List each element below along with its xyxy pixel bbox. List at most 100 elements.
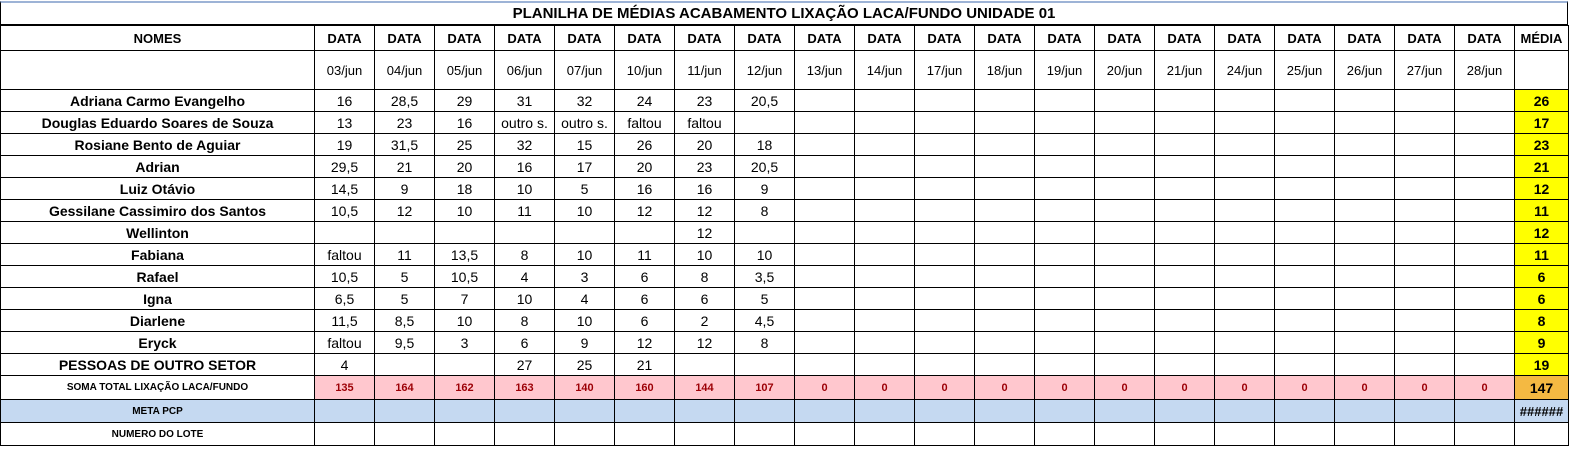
value-cell[interactable]: 9 — [554, 331, 615, 354]
header-date-label[interactable]: DATA — [614, 25, 675, 51]
header-date-label[interactable]: DATA — [734, 25, 795, 51]
value-cell[interactable]: 12 — [674, 199, 735, 222]
value-cell[interactable]: 12 — [674, 331, 735, 354]
meta-cell[interactable] — [434, 399, 495, 423]
value-cell[interactable] — [914, 89, 975, 112]
soma-value-cell[interactable]: 0 — [914, 375, 975, 400]
date-cell[interactable]: 24/jun — [1214, 50, 1275, 90]
header-date-label[interactable]: DATA — [974, 25, 1035, 51]
value-cell[interactable]: 3 — [434, 331, 495, 354]
value-cell[interactable] — [1274, 155, 1335, 178]
value-cell[interactable] — [794, 331, 855, 354]
value-cell[interactable] — [974, 309, 1035, 332]
date-cell[interactable]: 26/jun — [1334, 50, 1395, 90]
value-cell[interactable] — [974, 177, 1035, 200]
value-cell[interactable]: 24 — [614, 89, 675, 112]
lote-media-cell[interactable] — [1514, 422, 1569, 446]
value-cell[interactable] — [1214, 221, 1275, 244]
header-date-label[interactable]: DATA — [1214, 25, 1275, 51]
value-cell[interactable] — [1454, 287, 1515, 310]
value-cell[interactable]: 23 — [674, 155, 735, 178]
value-cell[interactable] — [974, 133, 1035, 156]
value-cell[interactable] — [1034, 353, 1095, 376]
lote-cell[interactable] — [614, 422, 675, 446]
soma-value-cell[interactable]: 0 — [794, 375, 855, 400]
date-cell[interactable]: 03/jun — [314, 50, 375, 90]
value-cell[interactable] — [374, 353, 435, 376]
header-date-label[interactable]: DATA — [1454, 25, 1515, 51]
value-cell[interactable] — [1334, 89, 1395, 112]
value-cell[interactable]: 32 — [554, 89, 615, 112]
value-cell[interactable]: 12 — [674, 221, 735, 244]
value-cell[interactable] — [1394, 265, 1455, 288]
lote-cell[interactable] — [1334, 422, 1395, 446]
meta-cell[interactable] — [1394, 399, 1455, 423]
value-cell[interactable] — [1394, 221, 1455, 244]
header-date-label[interactable]: DATA — [794, 25, 855, 51]
value-cell[interactable]: 9,5 — [374, 331, 435, 354]
lote-label[interactable]: NUMERO DO LOTE — [0, 422, 315, 446]
meta-cell[interactable] — [1274, 399, 1335, 423]
media-cell[interactable]: 6 — [1514, 265, 1569, 288]
value-cell[interactable]: 29,5 — [314, 155, 375, 178]
lote-cell[interactable] — [494, 422, 555, 446]
lote-cell[interactable] — [974, 422, 1035, 446]
name-cell[interactable]: Adrian — [0, 155, 315, 178]
value-cell[interactable] — [1454, 265, 1515, 288]
name-cell[interactable]: Douglas Eduardo Soares de Souza — [0, 111, 315, 134]
soma-value-cell[interactable]: 0 — [1394, 375, 1455, 400]
value-cell[interactable]: 8,5 — [374, 309, 435, 332]
value-cell[interactable] — [1214, 265, 1275, 288]
value-cell[interactable] — [494, 221, 555, 244]
name-cell[interactable]: Diarlene — [0, 309, 315, 332]
value-cell[interactable] — [914, 199, 975, 222]
value-cell[interactable] — [854, 89, 915, 112]
media-cell[interactable]: 12 — [1514, 221, 1569, 244]
value-cell[interactable] — [1154, 133, 1215, 156]
media-cell[interactable]: 23 — [1514, 133, 1569, 156]
value-cell[interactable] — [914, 177, 975, 200]
value-cell[interactable]: 8 — [734, 331, 795, 354]
date-cell[interactable]: 06/jun — [494, 50, 555, 90]
value-cell[interactable]: outro s. — [554, 111, 615, 134]
value-cell[interactable]: 5 — [374, 265, 435, 288]
value-cell[interactable] — [854, 155, 915, 178]
value-cell[interactable] — [1034, 221, 1095, 244]
header-date-label[interactable]: DATA — [314, 25, 375, 51]
lote-cell[interactable] — [314, 422, 375, 446]
value-cell[interactable]: 16 — [494, 155, 555, 178]
value-cell[interactable]: 25 — [434, 133, 495, 156]
value-cell[interactable] — [1034, 89, 1095, 112]
soma-label[interactable]: SOMA TOTAL LIXAÇÃO LACA/FUNDO — [0, 375, 315, 400]
value-cell[interactable] — [1154, 221, 1215, 244]
value-cell[interactable] — [1154, 265, 1215, 288]
value-cell[interactable] — [974, 155, 1035, 178]
lote-cell[interactable] — [1214, 422, 1275, 446]
value-cell[interactable] — [1274, 133, 1335, 156]
value-cell[interactable] — [974, 243, 1035, 266]
value-cell[interactable]: 16 — [674, 177, 735, 200]
media-cell[interactable]: 8 — [1514, 309, 1569, 332]
value-cell[interactable] — [794, 199, 855, 222]
value-cell[interactable] — [1214, 133, 1275, 156]
name-cell[interactable]: Fabiana — [0, 243, 315, 266]
soma-value-cell[interactable]: 164 — [374, 375, 435, 400]
value-cell[interactable] — [1274, 287, 1335, 310]
name-cell[interactable]: Rosiane Bento de Aguiar — [0, 133, 315, 156]
value-cell[interactable] — [1334, 133, 1395, 156]
media-cell[interactable]: 11 — [1514, 243, 1569, 266]
value-cell[interactable] — [914, 331, 975, 354]
value-cell[interactable] — [794, 133, 855, 156]
value-cell[interactable]: 20 — [674, 133, 735, 156]
value-cell[interactable]: 20 — [434, 155, 495, 178]
value-cell[interactable]: 10 — [554, 243, 615, 266]
value-cell[interactable]: 4 — [314, 353, 375, 376]
value-cell[interactable] — [1094, 265, 1155, 288]
meta-cell[interactable] — [554, 399, 615, 423]
value-cell[interactable]: 10,5 — [314, 265, 375, 288]
meta-cell[interactable] — [1154, 399, 1215, 423]
value-cell[interactable]: 27 — [494, 353, 555, 376]
meta-cell[interactable] — [794, 399, 855, 423]
value-cell[interactable] — [374, 221, 435, 244]
value-cell[interactable] — [1274, 243, 1335, 266]
